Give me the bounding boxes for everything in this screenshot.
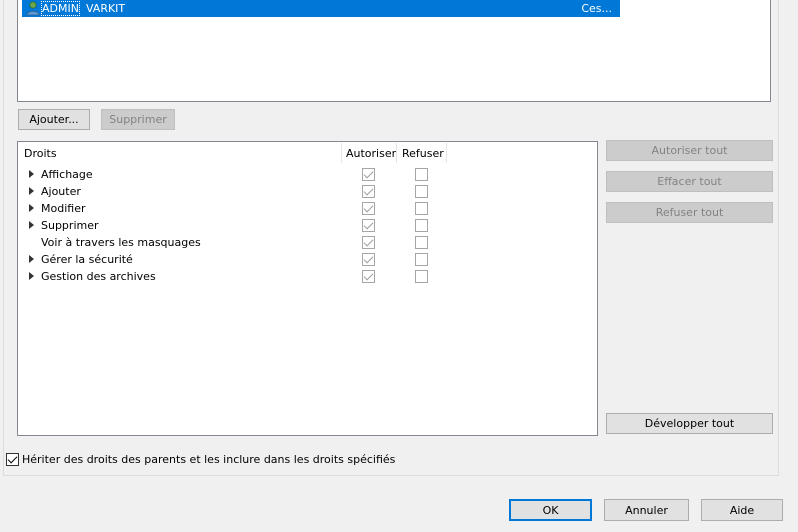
users-list[interactable]: ADMIN VARKIT Ces...: [17, 0, 771, 102]
deny-checkbox[interactable]: [415, 270, 428, 283]
right-label: Gérer la sécurité: [41, 253, 133, 266]
column-separator: [396, 143, 397, 163]
deny-checkbox[interactable]: [415, 253, 428, 266]
expand-arrow-icon[interactable]: [29, 204, 34, 212]
expand-arrow-icon[interactable]: [29, 272, 34, 280]
deny-checkbox[interactable]: [415, 219, 428, 232]
rights-row-affichage[interactable]: Affichage: [18, 166, 597, 183]
expand-arrow-icon[interactable]: [29, 255, 34, 263]
rights-row-supprimer[interactable]: Supprimer: [18, 217, 597, 234]
user-name-part1: ADMIN: [41, 1, 80, 16]
clear-all-button[interactable]: Effacer tout: [606, 171, 773, 192]
rights-table: Droits Autoriser Refuser Affichage Ajout…: [17, 141, 598, 436]
allow-checkbox[interactable]: [362, 270, 375, 283]
rights-row-ajouter[interactable]: Ajouter: [18, 183, 597, 200]
right-label: Modifier: [41, 202, 86, 215]
expand-arrow-icon[interactable]: [29, 221, 34, 229]
deny-checkbox[interactable]: [415, 168, 428, 181]
rights-row-gestion-archives[interactable]: Gestion des archives: [18, 268, 597, 285]
user-name-part2: VARKIT: [85, 2, 126, 15]
right-label: Ajouter: [41, 185, 81, 198]
remove-user-button[interactable]: Supprimer: [101, 109, 175, 130]
column-header-rights[interactable]: Droits: [24, 147, 57, 160]
right-label: Supprimer: [41, 219, 99, 232]
rights-row-modifier[interactable]: Modifier: [18, 200, 597, 217]
expand-all-button[interactable]: Développer tout: [606, 413, 773, 434]
column-separator: [446, 143, 447, 163]
column-header-allow[interactable]: Autoriser: [346, 147, 396, 160]
allow-checkbox[interactable]: [362, 236, 375, 249]
deny-checkbox[interactable]: [415, 236, 428, 249]
allow-checkbox[interactable]: [362, 219, 375, 232]
rights-row-voir-masquages[interactable]: Voir à travers les masquages: [18, 234, 597, 251]
column-separator: [341, 143, 342, 163]
allow-all-button[interactable]: Autoriser tout: [606, 140, 773, 161]
column-header-deny[interactable]: Refuser: [402, 147, 444, 160]
inherit-label: Hériter des droits des parents et les in…: [22, 453, 396, 466]
cancel-button[interactable]: Annuler: [604, 499, 689, 521]
allow-checkbox[interactable]: [362, 185, 375, 198]
allow-checkbox[interactable]: [362, 168, 375, 181]
expand-arrow-icon[interactable]: [29, 187, 34, 195]
user-row-selected[interactable]: ADMIN VARKIT Ces...: [22, 0, 620, 17]
deny-all-button[interactable]: Refuser tout: [606, 202, 773, 223]
user-name: ADMIN VARKIT: [41, 1, 126, 16]
allow-checkbox[interactable]: [362, 202, 375, 215]
user-icon: [26, 1, 40, 16]
right-label: Gestion des archives: [41, 270, 156, 283]
inherit-checkbox[interactable]: [6, 453, 19, 466]
help-button[interactable]: Aide: [701, 499, 783, 521]
right-label: Voir à travers les masquages: [41, 236, 201, 249]
deny-checkbox[interactable]: [415, 185, 428, 198]
allow-checkbox[interactable]: [362, 253, 375, 266]
add-user-button[interactable]: Ajouter...: [18, 109, 90, 130]
expand-arrow-icon[interactable]: [29, 170, 34, 178]
user-description: Ces...: [581, 2, 612, 15]
rights-row-gerer-securite[interactable]: Gérer la sécurité: [18, 251, 597, 268]
right-label: Affichage: [41, 168, 93, 181]
ok-button[interactable]: OK: [509, 499, 592, 521]
deny-checkbox[interactable]: [415, 202, 428, 215]
